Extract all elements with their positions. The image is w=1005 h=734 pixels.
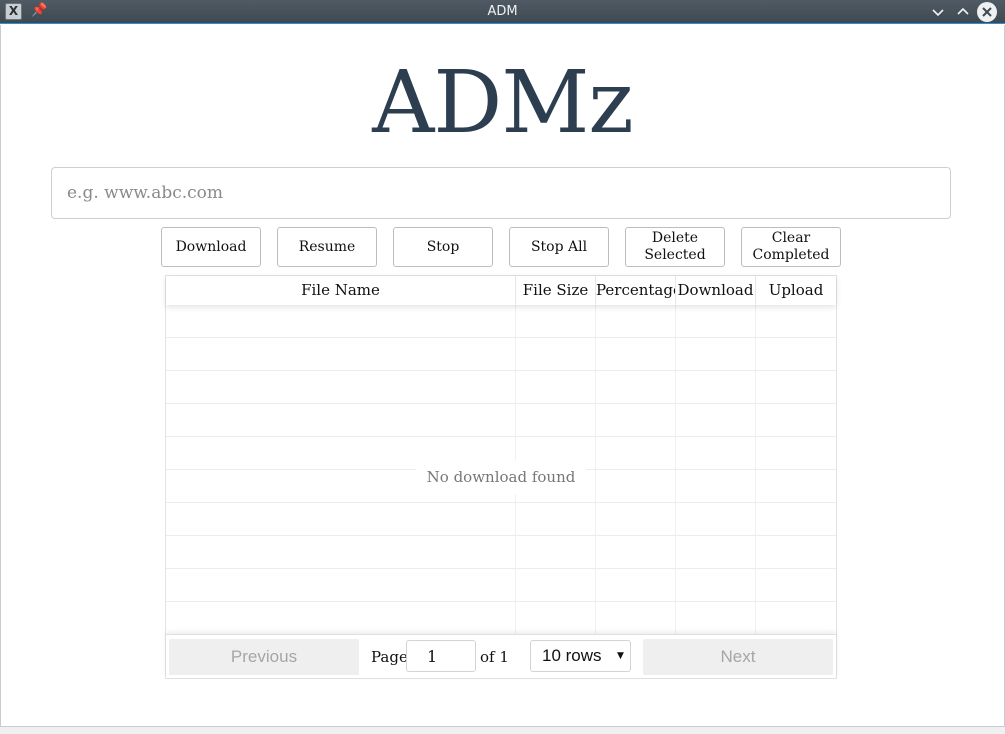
table-cell: [676, 503, 756, 535]
table-row: [166, 503, 836, 536]
table-cell: [756, 503, 836, 535]
table-cell: [516, 503, 596, 535]
table-cell: [756, 437, 836, 469]
table-cell: [166, 338, 516, 370]
table-row: [166, 569, 836, 602]
table-cell: [596, 536, 676, 568]
next-page-button[interactable]: Next: [643, 639, 833, 675]
column-header-file-size[interactable]: File Size: [516, 276, 596, 305]
page-number-input[interactable]: [406, 640, 476, 672]
table-row: [166, 536, 836, 569]
close-icon[interactable]: [977, 2, 997, 22]
page-label: Page: [371, 648, 408, 666]
table-cell: [756, 338, 836, 370]
table-cell: [596, 569, 676, 601]
rows-per-page-value: 10 rows: [542, 646, 602, 665]
table-cell: [676, 305, 756, 337]
table-cell: [516, 371, 596, 403]
app-heading: ADMz: [372, 53, 633, 153]
table-cell: [166, 371, 516, 403]
table-cell: [516, 602, 596, 634]
table-cell: [166, 602, 516, 634]
stop-button[interactable]: Stop: [393, 227, 493, 267]
table-cell: [676, 404, 756, 436]
column-header-file-name[interactable]: File Name: [166, 276, 516, 305]
table-row: [166, 305, 836, 338]
dropdown-arrow-icon: ▼: [617, 651, 624, 661]
table-cell: [166, 404, 516, 436]
table-cell: [596, 371, 676, 403]
table-cell: [166, 305, 516, 337]
table-row: [166, 404, 836, 437]
window-frame-bottom: [0, 726, 1005, 734]
table-cell: [676, 371, 756, 403]
previous-page-button[interactable]: Previous: [169, 639, 359, 675]
table-cell: [596, 404, 676, 436]
table-cell: [596, 437, 676, 469]
pagination-bar: Previous Page of 1 10 rows ▼ Next: [166, 634, 836, 678]
table-cell: [676, 437, 756, 469]
empty-table-message: No download found: [416, 460, 586, 494]
delete-selected-button[interactable]: Delete Selected: [625, 227, 725, 267]
table-cell: [676, 470, 756, 502]
table-cell: [676, 536, 756, 568]
table-row: [166, 338, 836, 371]
column-header-download[interactable]: Download: [676, 276, 756, 305]
table-cell: [516, 569, 596, 601]
table-cell: [756, 569, 836, 601]
table-cell: [596, 602, 676, 634]
window-title: ADM: [487, 4, 518, 19]
table-row: [166, 371, 836, 404]
table-cell: [166, 569, 516, 601]
table-header: File Name File Size Percentage Download …: [166, 276, 836, 305]
table-cell: [676, 569, 756, 601]
clear-completed-button[interactable]: Clear Completed: [741, 227, 841, 267]
url-input[interactable]: [51, 167, 951, 219]
page-total-label: of 1: [480, 648, 509, 666]
table-cell: [166, 503, 516, 535]
table-cell: [596, 503, 676, 535]
minimize-icon[interactable]: [929, 3, 947, 21]
table-cell: [676, 338, 756, 370]
table-cell: [756, 404, 836, 436]
downloads-table: File Name File Size Percentage Download …: [165, 275, 837, 679]
window-titlebar[interactable]: X 📌 ADM: [0, 0, 1005, 24]
table-cell: [596, 338, 676, 370]
resume-button[interactable]: Resume: [277, 227, 377, 267]
table-cell: [516, 536, 596, 568]
column-header-percentage[interactable]: Percentage: [596, 276, 676, 305]
stop-all-button[interactable]: Stop All: [509, 227, 609, 267]
table-cell: [516, 404, 596, 436]
column-header-upload[interactable]: Upload: [756, 276, 836, 305]
table-cell: [676, 602, 756, 634]
table-cell: [166, 536, 516, 568]
table-cell: [596, 305, 676, 337]
maximize-icon[interactable]: [954, 3, 972, 21]
table-cell: [756, 305, 836, 337]
download-button[interactable]: Download: [161, 227, 261, 267]
rows-per-page-select[interactable]: 10 rows ▼: [530, 640, 631, 672]
table-cell: [756, 470, 836, 502]
table-cell: [756, 602, 836, 634]
table-cell: [596, 470, 676, 502]
table-cell: [756, 536, 836, 568]
table-cell: [756, 371, 836, 403]
table-row: [166, 602, 836, 635]
table-cell: [516, 338, 596, 370]
table-cell: [516, 305, 596, 337]
